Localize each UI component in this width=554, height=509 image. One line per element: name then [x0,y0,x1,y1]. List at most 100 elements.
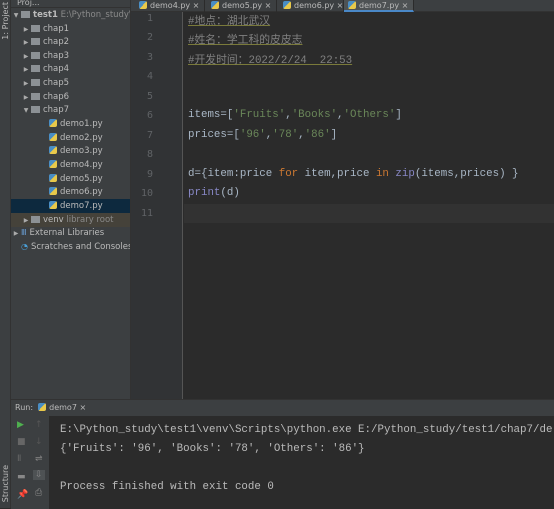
editor-tabs: demo4.py × demo5.py × demo6.py × demo7.p… [131,0,554,12]
file-label: demo6.py [60,187,103,197]
line-number: 9 [146,169,153,180]
code-comment: #姓名：学工科的皮皮志 [188,35,303,47]
project-panel-header: Proj... [11,0,130,8]
folder-label: chap4 [43,64,70,74]
run-tab[interactable]: demo7 [49,403,77,412]
tree-folder[interactable]: ▶ chap6 [11,90,130,104]
tree-file[interactable]: demo4.py [11,158,130,172]
soft-wrap-icon[interactable]: ⇌ [35,454,43,464]
run-panel: Run: demo7 × ▶ ■ Ⅱ ▬ 📌 ↑ ↓ ⇌ ⇩ ⎙ E:\Pyth… [11,399,554,509]
file-label: demo5.py [60,174,103,184]
line-number: 10 [140,188,153,199]
folder-icon [31,79,40,86]
root-name: test1 [33,10,58,20]
folder-icon [31,93,40,100]
tree-folder[interactable]: ▶ chap4 [11,62,130,76]
tree-file[interactable]: demo2.py [11,131,130,145]
line-number: 8 [146,149,153,160]
pause-icon[interactable]: Ⅱ [17,454,21,464]
tree-scratches[interactable]: ◔ Scratches and Consoles [11,240,130,254]
tab-label: demo5.py [222,1,263,10]
console-line: {'Fruits': '96', 'Books': '78', 'Others'… [60,443,365,455]
tab-label: demo4.py [150,1,191,10]
code-line-10: print(d) [188,187,240,199]
file-label: demo1.py [60,119,103,129]
print-icon[interactable]: ⎙ [35,488,42,498]
folder-icon [31,38,40,45]
tree-file[interactable]: demo1.py [11,117,130,131]
tab-demo4[interactable]: demo4.py × [135,0,205,12]
tree-file[interactable]: demo5.py [11,172,130,186]
folder-label: chap6 [43,92,70,102]
scroll-to-end-icon[interactable]: ⇩ [33,470,45,480]
code-comment: #地点：湖北武汉 [188,16,271,28]
file-label: demo3.py [60,146,103,156]
python-file-icon [283,1,291,9]
line-number: 2 [146,32,153,43]
rerun-icon[interactable]: ▶ [17,420,24,430]
file-label: demo7.py [60,201,103,211]
folder-icon [31,106,40,113]
python-file-icon [49,133,57,141]
venv-label: venv [43,215,64,225]
line-number: 3 [146,52,153,63]
tab-demo7[interactable]: demo7.py × [344,0,414,12]
line-number: 6 [146,110,153,121]
code-line-9: d={item:price for item,price in zip(item… [188,168,519,180]
line-number: 4 [146,71,153,82]
tree-venv[interactable]: ▶ venv library root [11,213,130,227]
run-side-buttons: ▶ ■ Ⅱ ▬ 📌 ↑ ↓ ⇌ ⇩ ⎙ [11,416,49,509]
line-number-gutter: 1 2 3 4 5 6 7 8 9 10 11 [131,12,183,399]
tab-label: demo6.py [294,1,335,10]
run-label: Run: [15,403,34,412]
tree-folder[interactable]: ▼ chap7 [11,103,130,117]
tree-file[interactable]: demo6.py [11,185,130,199]
line-number: 5 [146,91,153,102]
stop-icon[interactable]: ■ [17,437,26,447]
tree-folder[interactable]: ▶ chap1 [11,22,130,36]
tree-folder[interactable]: ▶ chap5 [11,76,130,90]
python-file-icon [49,146,57,154]
tab-demo6[interactable]: demo6.py × [279,0,344,12]
structure-tool-button[interactable]: Structure [1,465,10,502]
library-icon: Ⅲ [21,228,27,237]
scratches-icon: ◔ [21,242,28,251]
project-panel: Proj... ▼test1 E:\Python_study\te ▶chap1… [11,0,131,399]
tree-external-libraries[interactable]: ▶ Ⅲ External Libraries [11,226,130,240]
folder-label: chap7 [43,105,70,115]
code-comment: #开发时间：2022/2/24 22:53 [188,55,353,67]
external-label: External Libraries [29,228,105,238]
code-line-6: items=['Fruits','Books','Others'] [188,109,402,121]
python-file-icon [49,174,57,182]
python-file-icon [139,1,147,9]
run-toolbar: Run: demo7 × [11,400,554,416]
folder-icon [31,52,40,59]
tree-root-test1[interactable]: ▼test1 E:\Python_study\te [11,8,130,22]
up-icon[interactable]: ↑ [35,420,43,430]
folder-label: chap1 [43,24,70,34]
tree-file[interactable]: demo3.py [11,144,130,158]
tab-demo5[interactable]: demo5.py × [207,0,277,12]
folder-icon [31,25,40,32]
line-number: 7 [146,130,153,141]
root-path: E:\Python_study\te [60,10,130,20]
current-line-highlight [184,204,554,223]
line-number: 1 [146,13,153,24]
left-tool-strip: 1: Project Structure [0,0,11,508]
folder-label: chap5 [43,78,70,88]
pin-icon[interactable]: 📌 [17,490,28,500]
folder-icon [21,11,30,18]
project-tool-button[interactable]: 1: Project [1,2,10,40]
tree-file-selected[interactable]: demo7.py [11,199,130,213]
code-editor[interactable]: #地点：湖北武汉 #姓名：学工科的皮皮志 #开发时间：2022/2/24 22:… [184,12,554,399]
console-output: E:\Python_study\test1\venv\Scripts\pytho… [60,421,554,497]
down-icon[interactable]: ↓ [35,437,43,447]
file-label: demo4.py [60,160,103,170]
tree-folder[interactable]: ▶ chap2 [11,35,130,49]
python-icon [38,403,47,411]
tree-folder[interactable]: ▶ chap3 [11,49,130,63]
layout-icon[interactable]: ▬ [17,472,26,482]
console-line: Process finished with exit code 0 [60,481,274,493]
python-file-icon [49,201,57,209]
